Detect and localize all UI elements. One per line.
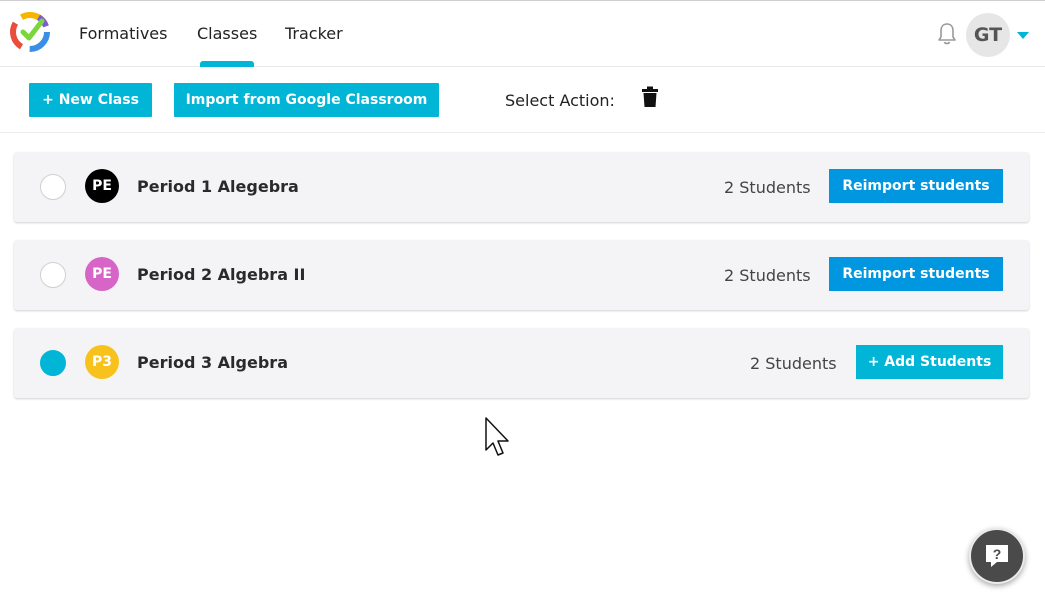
class-select-radio[interactable] xyxy=(40,262,66,288)
class-card: PE Period 1 Alegebra 2 Students Reimport… xyxy=(14,152,1029,222)
student-count: 2 Students xyxy=(724,178,811,197)
mouse-cursor-icon xyxy=(485,417,509,456)
select-action-label: Select Action: xyxy=(505,91,615,110)
caret-down-icon[interactable] xyxy=(1017,32,1029,39)
user-avatar[interactable]: GT xyxy=(966,13,1010,57)
class-name[interactable]: Period 1 Alegebra xyxy=(137,177,299,196)
trash-icon[interactable] xyxy=(641,86,659,108)
class-name[interactable]: Period 2 Algebra II xyxy=(137,265,305,284)
new-class-button[interactable]: + New Class xyxy=(29,83,152,117)
student-count: 2 Students xyxy=(750,354,837,373)
nav-classes[interactable]: Classes xyxy=(197,24,257,43)
student-count: 2 Students xyxy=(724,266,811,285)
import-google-classroom-button[interactable]: Import from Google Classroom xyxy=(174,83,439,117)
bell-icon[interactable] xyxy=(936,22,958,46)
top-navigation-bar: Formatives Classes Tracker GT xyxy=(0,0,1045,67)
svg-text:?: ? xyxy=(993,546,1002,562)
add-students-button[interactable]: + Add Students xyxy=(856,345,1003,379)
help-chat-icon: ? xyxy=(986,545,1008,567)
class-card: PE Period 2 Algebra II 2 Students Reimpo… xyxy=(14,240,1029,310)
class-card: P3 Period 3 Algebra 2 Students + Add Stu… xyxy=(14,328,1029,398)
formative-logo-icon[interactable] xyxy=(8,10,52,54)
class-select-radio[interactable] xyxy=(40,174,66,200)
class-badge: P3 xyxy=(85,345,119,379)
class-badge: PE xyxy=(85,257,119,291)
action-toolbar: + New Class Import from Google Classroom… xyxy=(0,67,1045,133)
nav-formatives[interactable]: Formatives xyxy=(79,24,167,43)
class-name[interactable]: Period 3 Algebra xyxy=(137,353,288,372)
nav-tracker[interactable]: Tracker xyxy=(285,24,343,43)
class-select-radio[interactable] xyxy=(40,350,66,376)
reimport-students-button[interactable]: Reimport students xyxy=(829,169,1003,203)
class-badge: PE xyxy=(85,169,119,203)
reimport-students-button[interactable]: Reimport students xyxy=(829,257,1003,291)
help-chat-button[interactable]: ? xyxy=(969,528,1025,584)
